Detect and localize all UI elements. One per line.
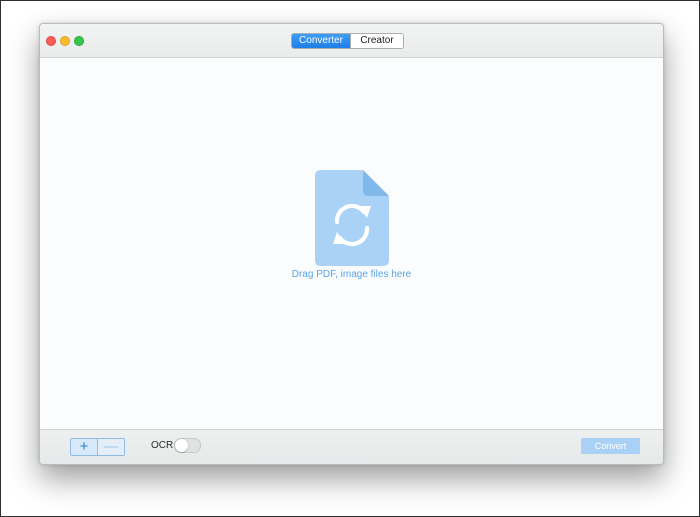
document-convert-icon: [315, 170, 389, 266]
ocr-label: OCR: [151, 440, 174, 451]
ocr-toggle[interactable]: [174, 438, 201, 453]
app-window: Converter Creator Drag PDF, image files …: [39, 23, 664, 465]
ocr-toggle-knob: [175, 439, 188, 452]
convert-button[interactable]: Convert: [581, 438, 640, 454]
minimize-window-button[interactable]: [60, 36, 70, 46]
close-window-button[interactable]: [46, 36, 56, 46]
mode-tabs: Converter Creator: [291, 33, 404, 49]
title-bar: Converter Creator: [40, 24, 663, 58]
maximize-window-button[interactable]: [74, 36, 84, 46]
drop-zone-label: Drag PDF, image files here: [291, 269, 412, 280]
main-content: Drag PDF, image files here: [40, 58, 663, 430]
add-remove-control: + —: [70, 438, 125, 456]
bottom-toolbar: + — OCR Convert: [40, 429, 663, 464]
remove-file-button[interactable]: —: [98, 439, 124, 455]
tab-creator[interactable]: Creator: [350, 34, 403, 48]
tab-converter[interactable]: Converter: [292, 34, 350, 48]
file-drop-zone[interactable]: Drag PDF, image files here: [40, 58, 663, 430]
add-file-button[interactable]: +: [71, 439, 98, 455]
